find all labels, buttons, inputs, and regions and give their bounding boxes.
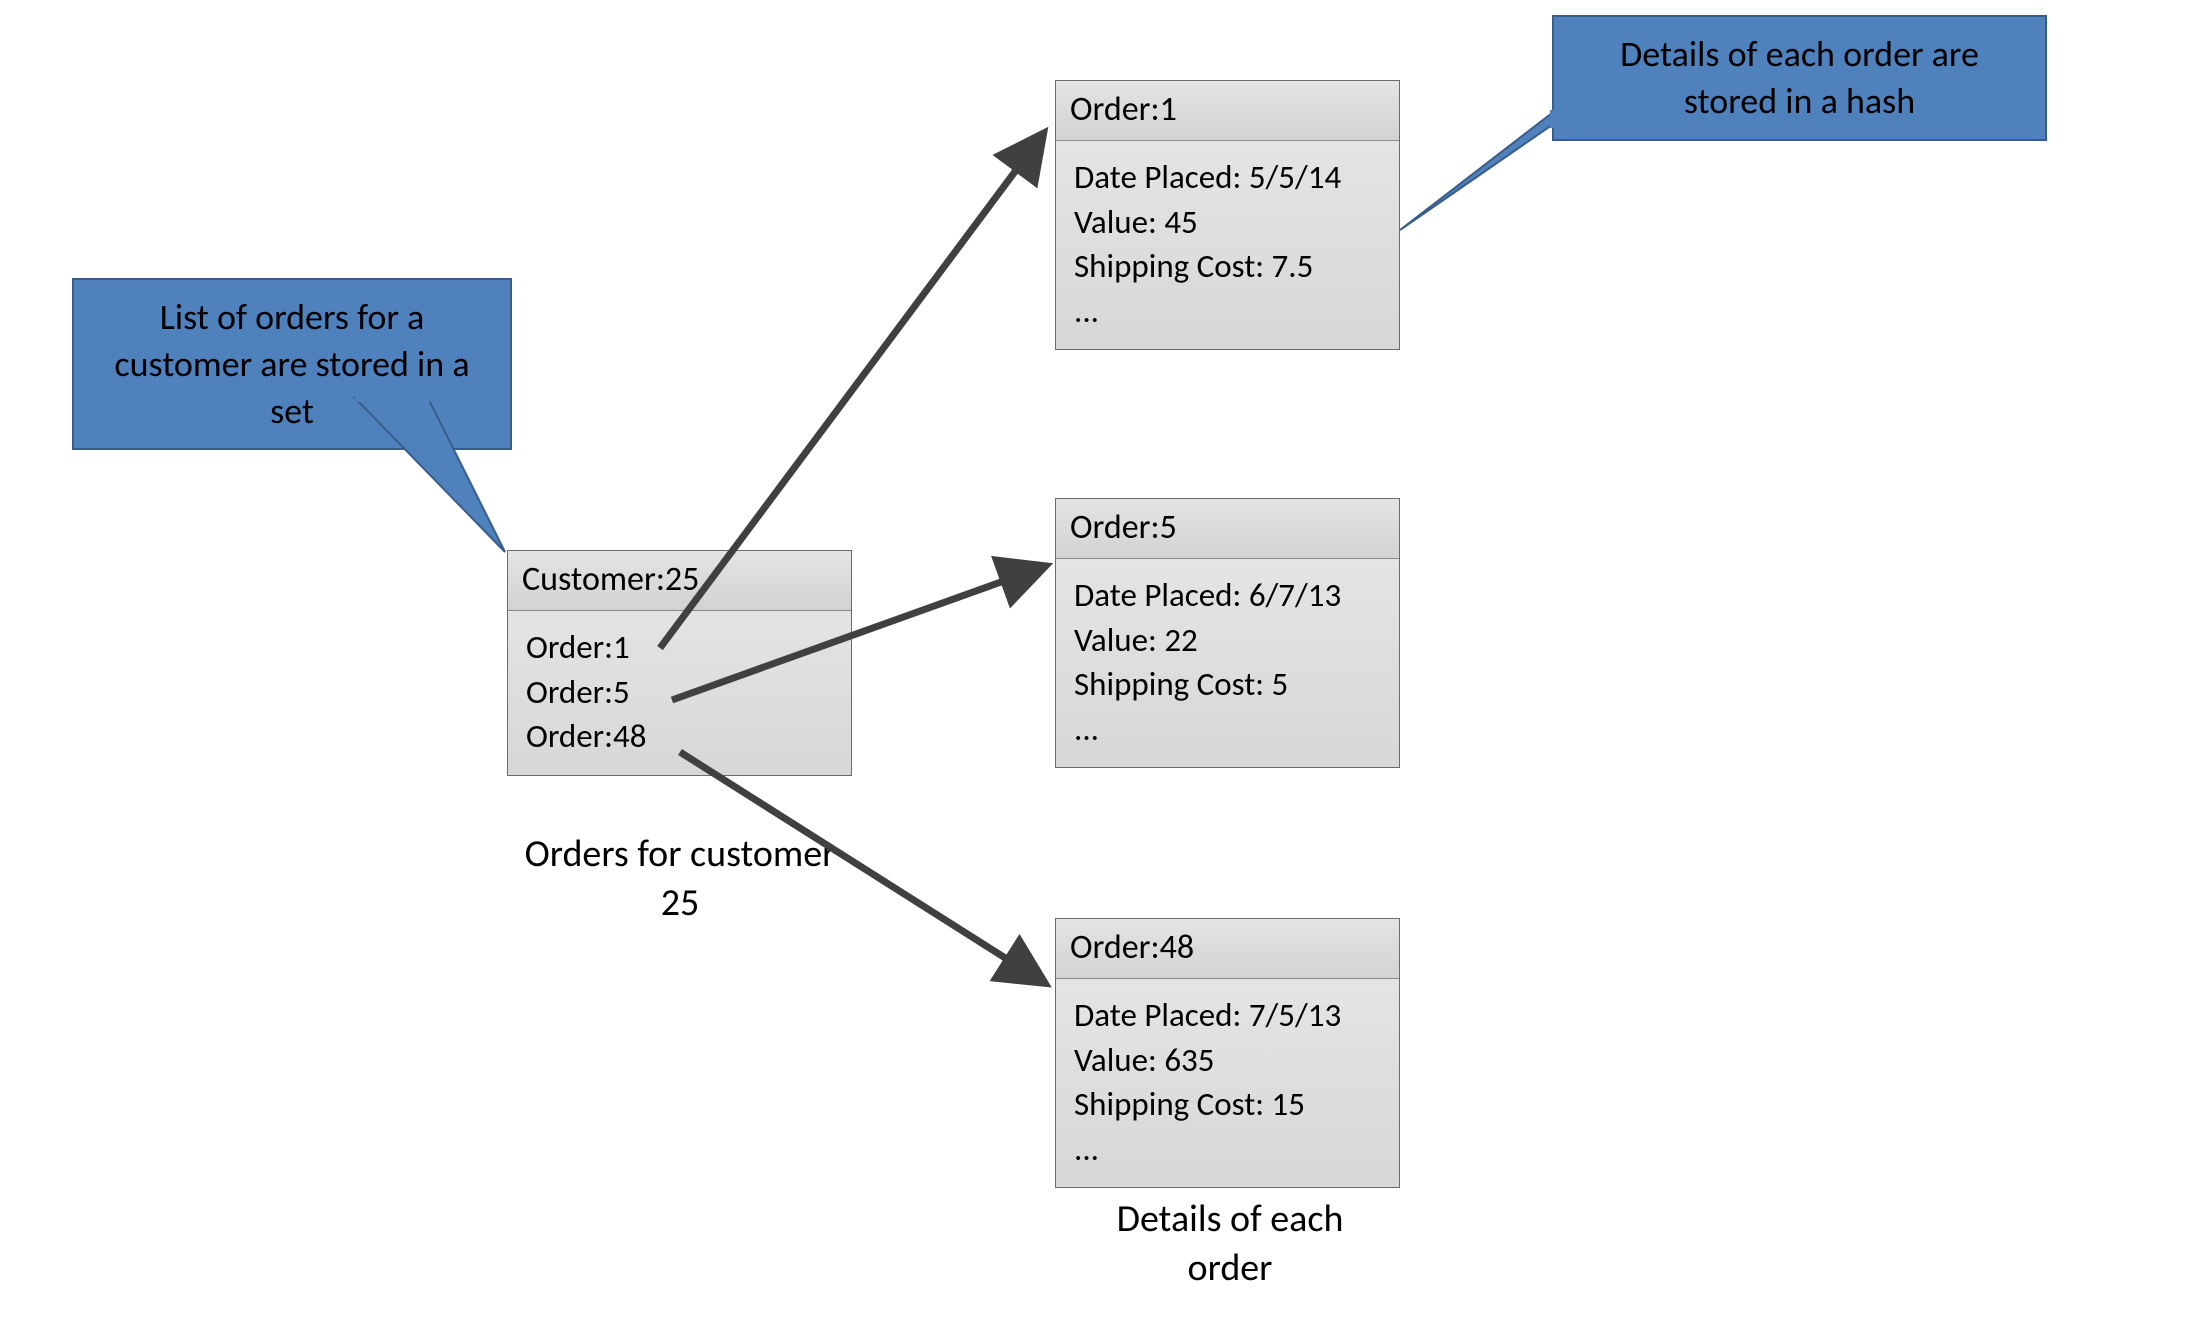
order-hash-box-3: Order:48 Date Placed: 7/5/13 Value: 635 …: [1055, 918, 1400, 1188]
order-field-line: Shipping Cost: 5: [1074, 662, 1381, 707]
order-hash-body: Date Placed: 7/5/13 Value: 635 Shipping …: [1056, 979, 1399, 1187]
diagram-stage: List of orders for a customer are stored…: [0, 0, 2193, 1344]
order-hash-box-2: Order:5 Date Placed: 6/7/13 Value: 22 Sh…: [1055, 498, 1400, 768]
order-field-line: Date Placed: 5/5/14: [1074, 155, 1381, 200]
order-field-line: Shipping Cost: 15: [1074, 1082, 1381, 1127]
customer-set-header-text: Customer:25: [522, 559, 699, 600]
order-hash-header: Order:48: [1056, 919, 1399, 979]
order-field-line: Date Placed: 6/7/13: [1074, 573, 1381, 618]
order-hash-body: Date Placed: 5/5/14 Value: 45 Shipping C…: [1056, 141, 1399, 349]
callout-set: List of orders for a customer are stored…: [72, 278, 512, 450]
callout-hash-text: Details of each order are stored in a ha…: [1620, 32, 1979, 123]
customer-order-line: Order:5: [526, 670, 833, 715]
customer-caption: Orders for customer 25: [510, 830, 850, 929]
callout-hash: Details of each order are stored in a ha…: [1552, 15, 2047, 141]
customer-set-box: Customer:25 Order:1 Order:5 Order:48: [507, 550, 852, 776]
order-hash-header-text: Order:1: [1070, 89, 1177, 130]
order-field-line: Value: 635: [1074, 1038, 1381, 1083]
order-field-line: ...: [1074, 1127, 1381, 1172]
callout-set-text: List of orders for a customer are stored…: [114, 295, 469, 433]
order-field-line: Shipping Cost: 7.5: [1074, 244, 1381, 289]
customer-set-header: Customer:25: [508, 551, 851, 611]
order-field-line: Value: 45: [1074, 200, 1381, 245]
order-hash-header-text: Order:48: [1070, 927, 1194, 968]
order-hash-header: Order:1: [1056, 81, 1399, 141]
order-field-line: ...: [1074, 289, 1381, 334]
order-field-line: Value: 22: [1074, 618, 1381, 663]
orders-caption: Details of each order: [1080, 1195, 1380, 1294]
order-hash-header: Order:5: [1056, 499, 1399, 559]
callout-hash-pointer: [1400, 113, 1552, 230]
customer-order-line: Order:1: [526, 625, 833, 670]
orders-caption-text: Details of each order: [1117, 1196, 1344, 1291]
order-hash-header-text: Order:5: [1070, 507, 1177, 548]
customer-set-body: Order:1 Order:5 Order:48: [508, 611, 851, 775]
customer-caption-text: Orders for customer 25: [525, 831, 836, 926]
order-hash-body: Date Placed: 6/7/13 Value: 22 Shipping C…: [1056, 559, 1399, 767]
customer-order-line: Order:48: [526, 714, 833, 759]
order-field-line: Date Placed: 7/5/13: [1074, 993, 1381, 1038]
order-field-line: ...: [1074, 707, 1381, 752]
order-hash-box-1: Order:1 Date Placed: 5/5/14 Value: 45 Sh…: [1055, 80, 1400, 350]
